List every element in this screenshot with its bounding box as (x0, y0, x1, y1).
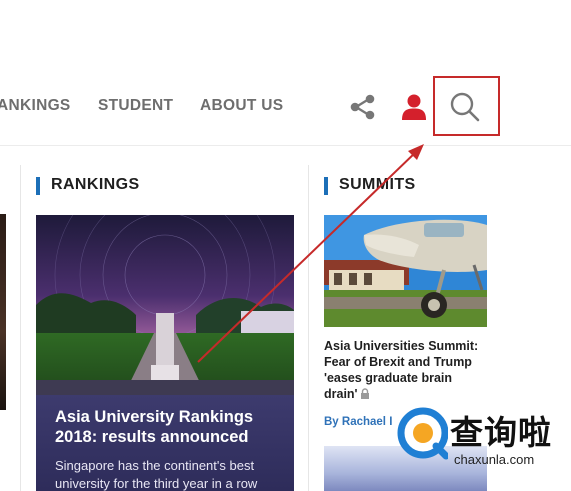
watermark-text-cn: 查询啦 (450, 413, 552, 452)
card-headline[interactable]: Asia University Rankings 2018: results a… (55, 407, 276, 447)
share-icon[interactable] (349, 94, 377, 120)
watermark-text-en: chaxunla.com (454, 452, 535, 467)
nav-divider (0, 145, 571, 146)
section-title-rankings[interactable]: RANKINGS (36, 176, 140, 195)
summit-headline-text[interactable]: Asia Universities Summit: Fear of Brexit… (324, 339, 478, 401)
lock-icon (360, 388, 369, 399)
rankings-feature-card[interactable]: Asia University Rankings 2018: results a… (36, 215, 294, 491)
vintage-airplane-image[interactable] (324, 215, 487, 327)
nav-item-about-us[interactable]: ABOUT US (200, 97, 283, 115)
article-byline[interactable]: By Rachael I (324, 416, 392, 428)
summit-article-headline[interactable]: Asia Universities Summit: Fear of Brexit… (324, 338, 484, 402)
left-partial-image[interactable] (0, 214, 6, 410)
nav-item-student[interactable]: STUDENT (98, 97, 173, 115)
watermark-logo-icon (397, 407, 448, 460)
search-icon[interactable] (449, 91, 481, 123)
watermark: 查询啦 chaxunla.com (392, 402, 571, 474)
card-caption: Asia University Rankings 2018: results a… (36, 395, 294, 491)
nav-item-rankings[interactable]: ANKINGS (0, 97, 71, 115)
section-title-summits[interactable]: SUMMITS (324, 176, 416, 195)
campus-night-image (36, 215, 294, 395)
column-divider (308, 165, 309, 491)
user-icon[interactable] (401, 93, 427, 121)
card-subtext: Singapore has the continent's best unive… (55, 458, 258, 491)
column-divider (20, 165, 21, 491)
